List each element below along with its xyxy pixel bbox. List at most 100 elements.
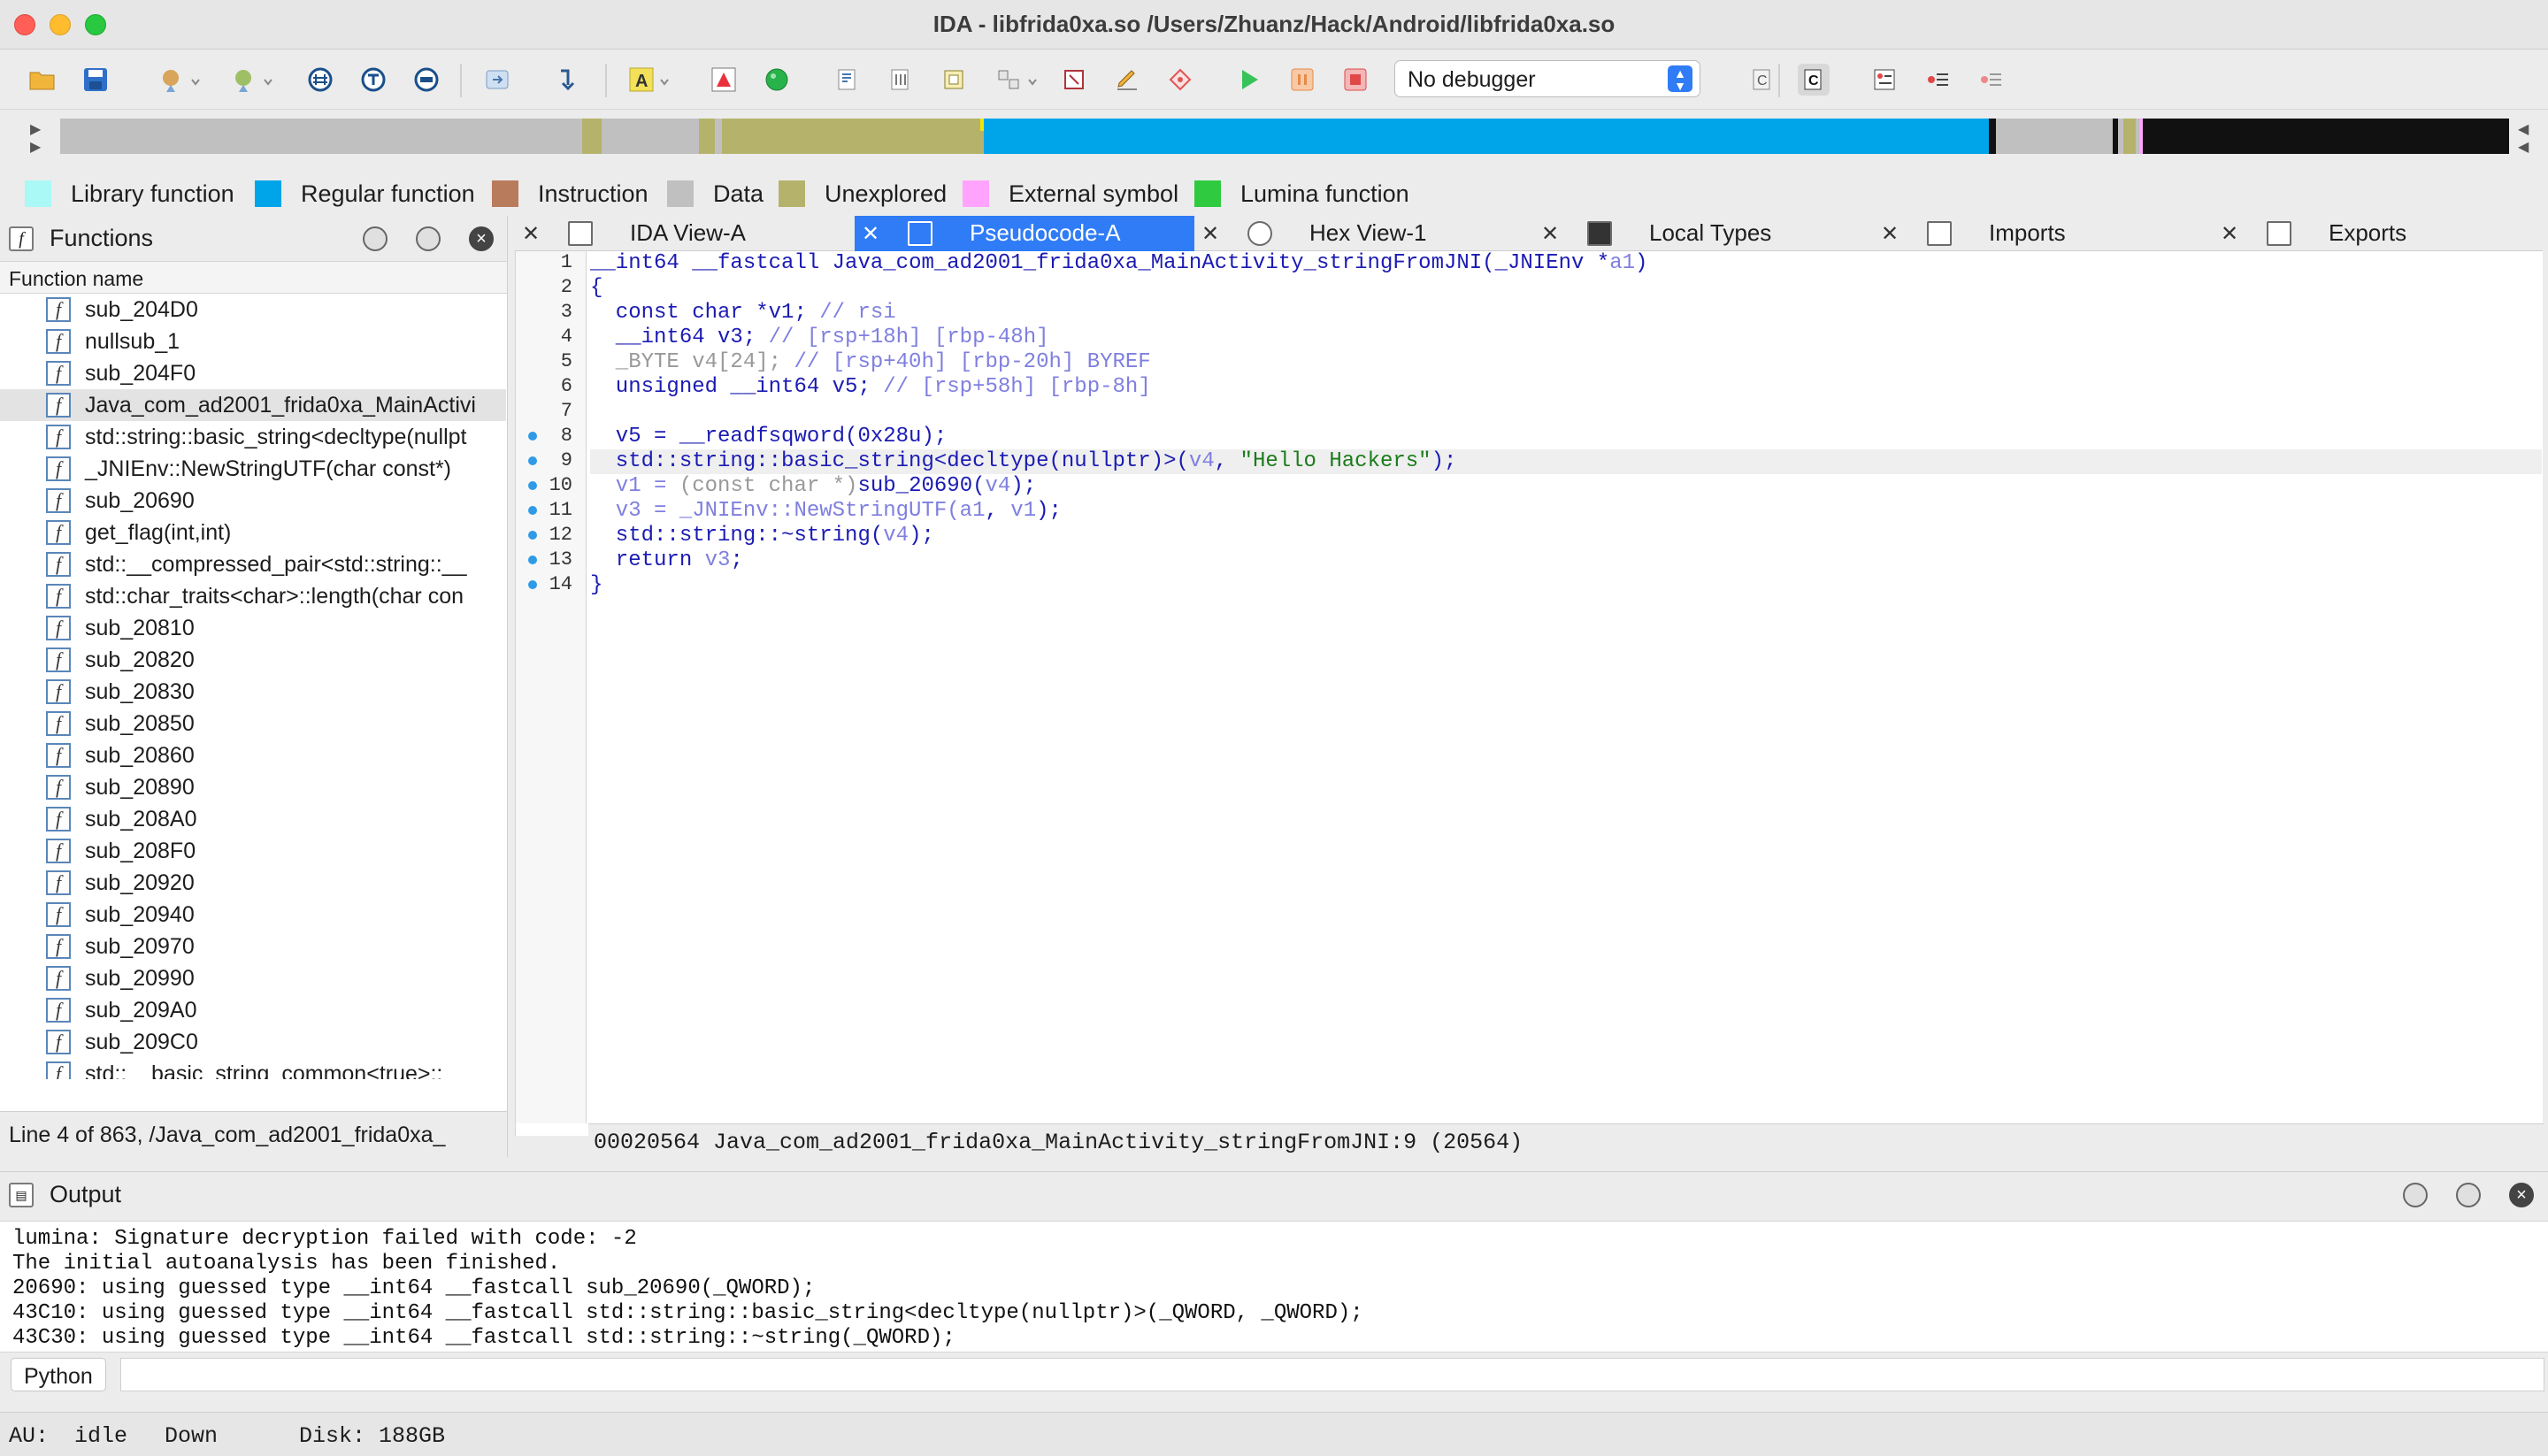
function-row[interactable]: f sub_209A0 [0, 994, 506, 1026]
line-number[interactable]: 3 [516, 301, 583, 326]
panel-close-button[interactable]: × [2509, 1183, 2534, 1207]
text-search-icon[interactable] [357, 64, 389, 96]
code-icon[interactable] [832, 64, 863, 96]
graph-colors-icon[interactable] [708, 64, 740, 96]
stop-process-icon[interactable] [1339, 64, 1371, 96]
save-icon[interactable] [80, 64, 111, 96]
function-row[interactable]: f sub_20990 [0, 962, 506, 994]
line-number[interactable]: 8 [516, 425, 583, 449]
code-line-2[interactable]: { [590, 276, 602, 301]
list-breakpoints-icon[interactable] [1869, 64, 1900, 96]
clear-trace-icon[interactable] [1975, 64, 2007, 96]
function-row[interactable]: f sub_204D0 [0, 294, 506, 326]
line-number[interactable]: 2 [516, 276, 583, 301]
function-name-column-header[interactable]: Function name [0, 262, 507, 294]
panel-float-button[interactable] [363, 226, 388, 251]
line-number[interactable]: 5 [516, 350, 583, 375]
line-number-gutter[interactable]: 1 2 3 4 5 6 7 8 9 10 11 12 13 14 [516, 251, 587, 1123]
pause-process-icon[interactable] [1286, 64, 1318, 96]
function-row[interactable]: f sub_208F0 [0, 835, 506, 867]
jump-address-icon[interactable] [304, 64, 336, 96]
code-line-14[interactable]: } [590, 573, 602, 598]
code-line-12[interactable]: std::string::~string(v4); [590, 524, 934, 548]
tab-close-icon[interactable]: ✕ [2221, 221, 2238, 247]
breakpoint-icon[interactable] [1164, 64, 1196, 96]
line-number[interactable]: 1 [516, 251, 583, 276]
code-line-5[interactable]: _BYTE v4[24]; // [rsp+40h] [rbp-20h] BYR… [590, 350, 1151, 375]
struct-icon[interactable] [938, 64, 970, 96]
panel-close-button[interactable]: × [469, 226, 494, 251]
tab-pseudocode-a[interactable]: ✕ Pseudocode-A [855, 216, 1194, 251]
line-number[interactable]: 14 [516, 573, 583, 598]
code-line-8[interactable]: v5 = __readfsqword(0x28u); [590, 425, 947, 449]
function-row[interactable]: f sub_20850 [0, 708, 506, 739]
forward-navigation-icon[interactable] [228, 64, 278, 96]
code-line-13[interactable]: return v3; [590, 548, 743, 573]
nav-right-down-icon[interactable]: ◀ [2518, 138, 2529, 156]
line-number[interactable]: 7 [516, 400, 583, 425]
hex-rays-icon[interactable]: C [1746, 64, 1778, 96]
nav-left-down-icon[interactable]: ▶ [30, 138, 41, 156]
panel-restore-button[interactable] [2456, 1183, 2481, 1207]
tab-close-icon[interactable]: ✕ [1881, 221, 1899, 247]
line-number[interactable]: 13 [516, 548, 583, 573]
function-row[interactable]: f nullsub_1 [0, 326, 506, 357]
function-row[interactable]: f std::__compressed_pair<std::string::__ [0, 548, 506, 580]
function-row[interactable]: f get_flag(int,int) [0, 517, 506, 548]
function-row[interactable]: f sub_204F0 [0, 357, 506, 389]
debugger-select[interactable]: No debugger ▲ ▼ [1394, 60, 1700, 97]
tab-close-icon[interactable]: ✕ [862, 221, 879, 247]
code-line-4[interactable]: __int64 v3; // [rsp+18h] [rbp-48h] [590, 326, 1049, 350]
open-icon[interactable] [27, 64, 58, 96]
nav-right-up-icon[interactable]: ◀ [2518, 120, 2529, 138]
tab-exports[interactable]: ✕ Exports [2214, 216, 2543, 251]
line-number[interactable]: 4 [516, 326, 583, 350]
decompile-icon[interactable]: C [1798, 64, 1830, 96]
start-process-icon[interactable] [1233, 64, 1265, 96]
line-number[interactable]: 9 [516, 449, 583, 474]
function-row[interactable]: f std::__basic_string_common<true>::__ [0, 1058, 506, 1079]
array-icon[interactable] [994, 64, 1044, 96]
binary-search-icon[interactable] [411, 64, 442, 96]
function-row[interactable]: f Java_com_ad2001_frida0xa_MainActivi [0, 389, 506, 421]
function-row[interactable]: f sub_20690 [0, 485, 506, 517]
function-row[interactable]: f _JNIEnv::NewStringUTF(char const*) [0, 453, 506, 485]
panel-restore-button[interactable] [416, 226, 441, 251]
function-row[interactable]: f sub_20860 [0, 739, 506, 771]
function-row[interactable]: f sub_208A0 [0, 803, 506, 835]
tab-ida-view-a[interactable]: ✕ IDA View-A [515, 216, 855, 251]
output-log[interactable]: lumina: Signature decryption failed with… [12, 1227, 1363, 1351]
rename-icon[interactable] [1111, 64, 1143, 96]
function-row[interactable]: f std::char_traits<char>::length(char con [0, 580, 506, 612]
back-navigation-icon[interactable] [156, 64, 205, 96]
code-line-11[interactable]: v3 = _JNIEnv::NewStringUTF(a1, v1); [590, 499, 1062, 524]
line-number[interactable]: 10 [516, 474, 583, 499]
function-row[interactable]: f sub_20940 [0, 899, 506, 931]
tab-hex-view-1[interactable]: ✕ Hex View-1 [1194, 216, 1534, 251]
panel-float-button[interactable] [2403, 1183, 2428, 1207]
navigation-band[interactable]: ▶ ▶ ◀ ◀ [0, 110, 2548, 163]
python-command-input[interactable] [120, 1358, 2544, 1391]
data-icon[interactable] [885, 64, 917, 96]
undefine-icon[interactable] [1058, 64, 1090, 96]
code-line-1[interactable]: __int64 __fastcall Java_com_ad2001_frida… [590, 251, 1647, 276]
function-row[interactable]: f std::string::basic_string<decltype(null… [0, 421, 506, 453]
tab-close-icon[interactable]: ✕ [1201, 221, 1219, 247]
tab-close-icon[interactable]: ✕ [522, 221, 540, 247]
function-row[interactable]: f sub_20810 [0, 612, 506, 644]
function-row[interactable]: f sub_20890 [0, 771, 506, 803]
step-into-icon[interactable] [552, 64, 584, 96]
green-circle-icon[interactable] [761, 64, 793, 96]
trace-icon[interactable] [1922, 64, 1953, 96]
tab-close-icon[interactable]: ✕ [1541, 221, 1559, 247]
tab-imports[interactable]: ✕ Imports [1874, 216, 2214, 251]
function-row[interactable]: f sub_20830 [0, 676, 506, 708]
line-number[interactable]: 6 [516, 375, 583, 400]
python-language-button[interactable]: Python [11, 1358, 106, 1391]
function-row[interactable]: f sub_20920 [0, 867, 506, 899]
pseudocode-view[interactable]: 1 2 3 4 5 6 7 8 9 10 11 12 13 14 __int64 __fastcall J… [515, 251, 2544, 1159]
code-line-9[interactable]: std::string::basic_string<decltype(nullp… [590, 449, 2542, 474]
nav-left-up-icon[interactable]: ▶ [30, 120, 41, 138]
functions-list[interactable]: f sub_204D0 f nullsub_1 f sub_204F0 f Java_com_… [0, 294, 506, 1079]
code-line-10[interactable]: v1 = (const char *)sub_20690(v4); [590, 474, 1036, 499]
